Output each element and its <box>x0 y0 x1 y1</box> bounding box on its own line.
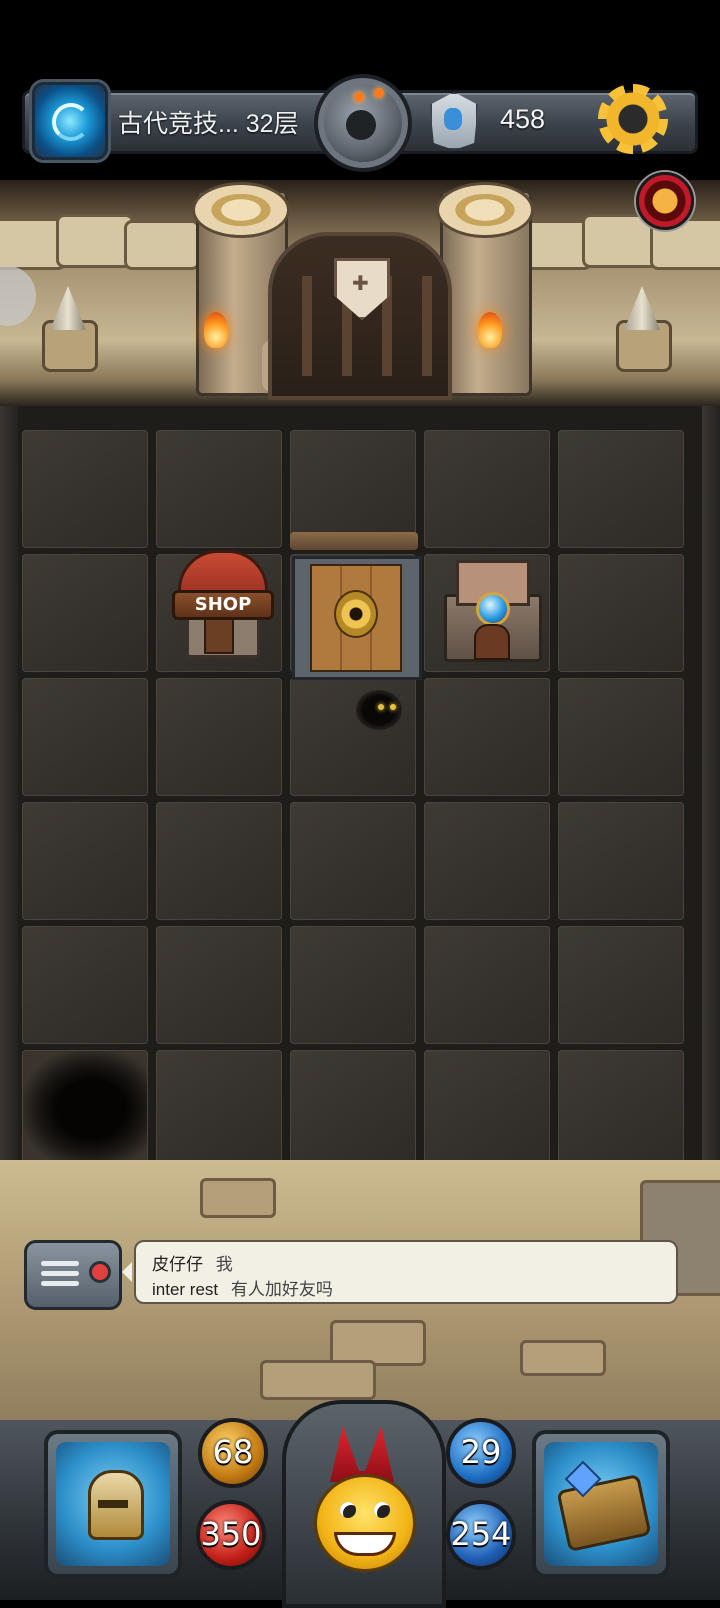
ground-rock <box>520 1340 606 1376</box>
chat-sender: 皮仔仔 <box>152 1255 203 1274</box>
mp-stat: 254 <box>446 1500 516 1570</box>
bomb-fuse-spark <box>374 88 384 98</box>
floor-tile[interactable] <box>558 430 684 548</box>
chat-text: 我 <box>215 1255 233 1274</box>
floor-tile[interactable] <box>156 678 282 796</box>
floor-tile[interactable] <box>156 802 282 920</box>
hero-eye <box>340 1502 356 1518</box>
chat-notification-dot <box>89 1261 111 1283</box>
monkey-avatar-icon[interactable] <box>636 172 694 230</box>
creature-eye <box>390 704 396 710</box>
torch-flame-icon <box>478 312 502 348</box>
floor-tile[interactable] <box>558 1050 684 1168</box>
keyhole-lock-icon <box>334 590 378 638</box>
helmet-visor <box>98 1500 128 1508</box>
hp-stat: 350 <box>196 1500 266 1570</box>
board-edge <box>0 406 18 1166</box>
floor-tile[interactable] <box>290 926 416 1044</box>
torch-flame-icon <box>204 312 228 348</box>
equipment-button[interactable] <box>44 1430 182 1578</box>
portal-swirl-icon <box>52 103 90 141</box>
floor-tile[interactable] <box>22 554 148 672</box>
floor-hole[interactable] <box>22 1050 148 1168</box>
key-count: 458 <box>500 104 546 134</box>
floor-tile[interactable] <box>22 678 148 796</box>
creature-eye <box>378 704 384 710</box>
chat-message: 皮仔仔 我 <box>152 1250 233 1275</box>
floor-tile[interactable] <box>290 1050 416 1168</box>
floor-tile[interactable] <box>22 430 148 548</box>
knight-helmet-icon <box>56 1442 170 1566</box>
floor-tile[interactable] <box>424 1050 550 1168</box>
spellbook-button[interactable] <box>532 1430 670 1578</box>
shop-building[interactable]: SHOP <box>172 550 274 658</box>
chat-text: 有人加好友吗 <box>230 1280 333 1299</box>
chat-icon-line <box>41 1271 79 1276</box>
pillar-cap <box>436 182 534 238</box>
shadow-creature[interactable] <box>356 690 402 730</box>
wall-brick <box>124 220 200 270</box>
shop-sign: SHOP <box>172 590 274 620</box>
chat-message: inter rest 有人加好友吗 <box>152 1275 333 1300</box>
floor-tile[interactable] <box>290 430 416 548</box>
chat-icon-line <box>41 1281 79 1286</box>
spellbook-icon <box>544 1442 658 1566</box>
floor-tile[interactable] <box>558 678 684 796</box>
floor-tile[interactable] <box>22 926 148 1044</box>
chat-icon <box>41 1261 79 1266</box>
blue-orb-icon <box>476 592 510 626</box>
exit-gate[interactable] <box>268 232 452 400</box>
floor-tile[interactable] <box>424 430 550 548</box>
floor-level-label: 古代竞技... 32层 <box>118 110 299 138</box>
floor-tile[interactable] <box>290 678 416 796</box>
pillar-cap <box>192 182 290 238</box>
hero-eye <box>374 1502 390 1518</box>
altar-door <box>474 624 510 660</box>
floor-tile[interactable] <box>424 802 550 920</box>
orb-altar[interactable] <box>440 556 542 662</box>
bomb-button[interactable] <box>314 74 412 172</box>
floor-tile[interactable] <box>558 554 684 672</box>
floor-tile[interactable] <box>156 926 282 1044</box>
floor-tile[interactable] <box>424 926 550 1044</box>
locked-door[interactable] <box>292 556 422 680</box>
floor-tile[interactable] <box>22 802 148 920</box>
floor-tile[interactable] <box>424 678 550 796</box>
gate-bar <box>302 276 312 376</box>
floor-tile[interactable] <box>156 430 282 548</box>
defense-stat: 29 <box>446 1418 516 1488</box>
gate-bar <box>422 276 432 376</box>
chat-sender: inter rest <box>152 1280 219 1299</box>
bomb-icon <box>346 110 376 140</box>
floor-tile[interactable] <box>558 926 684 1044</box>
wall-brick <box>56 214 134 268</box>
settings-gear-button[interactable] <box>598 84 668 154</box>
chat-bubble[interactable]: 皮仔仔 我 inter rest 有人加好友吗 <box>122 1240 678 1304</box>
floor-tile[interactable] <box>290 802 416 920</box>
bomb-fuse-spark <box>354 92 364 102</box>
monkey-hero-icon <box>314 1474 416 1572</box>
portal-button[interactable] <box>32 82 108 160</box>
board-edge <box>702 406 720 1166</box>
hero-portrait[interactable] <box>282 1400 446 1608</box>
floor-tile[interactable] <box>558 802 684 920</box>
chat-button[interactable] <box>24 1240 122 1310</box>
floor-tile[interactable] <box>156 1050 282 1168</box>
door-plank <box>290 532 418 550</box>
ground-rock <box>200 1178 276 1218</box>
ground-rock <box>260 1360 376 1400</box>
attack-stat: 68 <box>198 1418 268 1488</box>
